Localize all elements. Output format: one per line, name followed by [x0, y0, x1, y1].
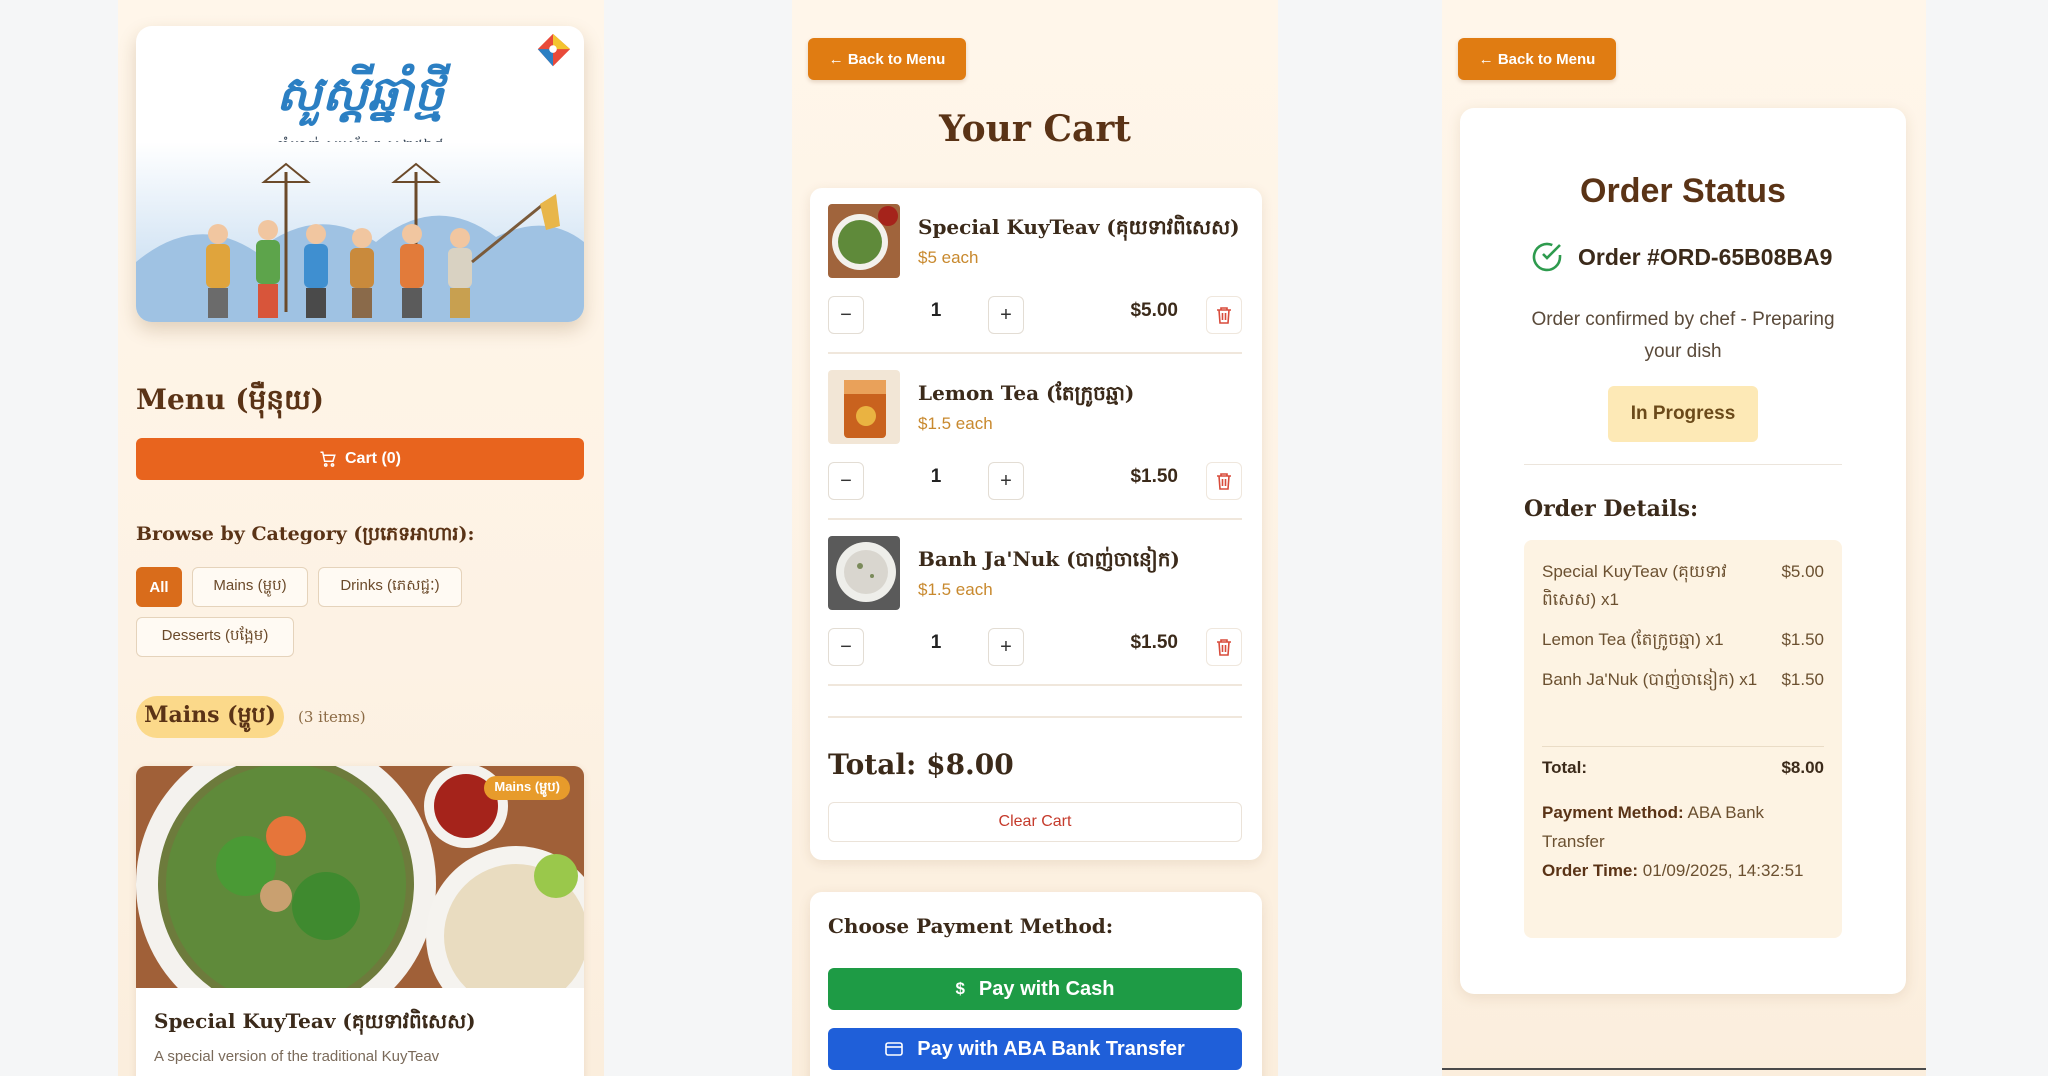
banh-januk-thumbnail	[828, 536, 900, 610]
banner-title: សួស្តីឆ្នាំថ្មី	[276, 66, 444, 122]
credit-card-icon	[885, 1042, 904, 1056]
menu-panel: សួស្តីឆ្នាំថ្មី ឆ្នាំម្សាញ់ សប្តស័ក ព.ស …	[118, 0, 604, 1076]
order-line-name: Special KuyTeav (គុយទាវពិសេស) x1	[1542, 562, 1727, 609]
order-time-row: Order Time: 01/09/2025, 14:32:51	[1542, 856, 1824, 885]
remove-item-button[interactable]	[1206, 628, 1242, 666]
order-line-price: $1.50	[1781, 630, 1824, 649]
cart-item: Banh Ja'Nuk (បាញ់ចានៀក) $1.5 each − 1 + …	[828, 520, 1242, 686]
order-line-item: Lemon Tea (តែក្រូចឆ្មា) x1 $1.50	[1542, 626, 1824, 654]
details-divider	[1542, 746, 1824, 747]
order-total-row: Total: $8.00	[1542, 758, 1824, 778]
cart-icon	[320, 451, 336, 467]
new-year-banner: សួស្តីឆ្នាំថ្មី ឆ្នាំម្សាញ់ សប្តស័ក ព.ស …	[136, 26, 584, 322]
order-line-name: Banh Ja'Nuk (បាញ់ចានៀក) x1	[1542, 670, 1758, 689]
order-total-value: $8.00	[1781, 758, 1824, 777]
in-progress-badge: In Progress	[1608, 386, 1758, 442]
order-details-box: Special KuyTeav (គុយទាវពិសេស) x1 $5.00 L…	[1524, 540, 1842, 938]
trash-icon	[1217, 639, 1231, 656]
cart-button[interactable]: Cart (0)	[136, 438, 584, 480]
panel-bottom-border	[1442, 1068, 1926, 1070]
back-to-menu-button[interactable]: ← Back to Menu	[1458, 38, 1616, 80]
increase-quantity-button[interactable]: +	[988, 296, 1024, 334]
menu-heading: Menu (ម៉ឺនុយ)	[136, 383, 324, 416]
dollar-icon: $	[955, 979, 965, 998]
order-status-card: Order Status Order #ORD-65B08BA9 Order c…	[1460, 108, 1906, 994]
category-chip-mains[interactable]: Mains (ម្ហូប)	[192, 567, 308, 607]
clear-cart-button[interactable]: Clear Cart	[828, 802, 1242, 842]
payment-method-label: Choose Payment Method:	[828, 914, 1114, 938]
order-id-line: Order #ORD-65B08BA9	[1530, 240, 1832, 274]
pay-with-cash-button[interactable]: $ Pay with Cash	[828, 968, 1242, 1010]
order-status-panel: ← Back to Menu Order Status Order #ORD-6…	[1442, 0, 1926, 1076]
cart-item-quantity: 1	[930, 300, 942, 321]
cart-item-unit-price: $5 each	[918, 248, 979, 267]
increase-quantity-button[interactable]: +	[988, 462, 1024, 500]
trash-icon	[1217, 473, 1231, 490]
pay-aba-label: Pay with ABA Bank Transfer	[917, 1037, 1185, 1060]
order-status-message: Order confirmed by chef - Preparing your…	[1531, 309, 1835, 362]
pay-with-aba-button[interactable]: Pay with ABA Bank Transfer	[828, 1028, 1242, 1070]
cart-item-quantity: 1	[930, 466, 942, 487]
order-line-item: Banh Ja'Nuk (បាញ់ចានៀក) x1 $1.50	[1542, 666, 1824, 694]
decrease-quantity-button[interactable]: −	[828, 462, 864, 500]
category-chip-desserts[interactable]: Desserts (បង្អែម)	[136, 617, 294, 657]
cart-item-total: $1.50	[1130, 466, 1178, 487]
decrease-quantity-button[interactable]: −	[828, 628, 864, 666]
section-item-count: (3 items)	[298, 708, 366, 726]
cart-item-quantity: 1	[930, 632, 942, 653]
browse-category-label: Browse by Category (ប្រភេទអាហារ):	[136, 523, 475, 545]
order-line-item: Special KuyTeav (គុយទាវពិសេស) x1 $5.00	[1542, 558, 1824, 614]
payment-method-label: Payment Method:	[1542, 803, 1684, 822]
cart-item: Special KuyTeav (គុយទាវពិសេស) $5 each − …	[828, 188, 1242, 354]
cart-items-card: Special KuyTeav (គុយទាវពិសេស) $5 each − …	[810, 188, 1262, 860]
category-chip-all[interactable]: All	[136, 567, 182, 607]
payment-card: Choose Payment Method: $ Pay with Cash P…	[810, 892, 1262, 1076]
kuyteav-thumbnail	[828, 204, 900, 278]
increase-quantity-button[interactable]: +	[988, 628, 1024, 666]
check-circle-icon	[1532, 242, 1562, 272]
back-to-menu-button[interactable]: ← Back to Menu	[808, 38, 966, 80]
cart-item-name: Special KuyTeav (គុយទាវពិសេស)	[918, 215, 1240, 239]
order-line-name: Lemon Tea (តែក្រូចឆ្មា) x1	[1542, 630, 1724, 649]
cart-button-label: Cart (0)	[344, 450, 401, 467]
cart-item-unit-price: $1.5 each	[918, 414, 993, 433]
payment-method-row: Payment Method: ABA Bank Transfer	[1542, 798, 1824, 856]
decrease-quantity-button[interactable]: −	[828, 296, 864, 334]
cart-item-name: Banh Ja'Nuk (បាញ់ចានៀក)	[918, 547, 1180, 571]
pay-cash-label: Pay with Cash	[978, 977, 1115, 1000]
category-chip-drinks[interactable]: Drinks (ភេសជ្ជៈ)	[318, 567, 462, 607]
cart-item: Lemon Tea (តែក្រូចឆ្មា) $1.5 each − 1 + …	[828, 354, 1242, 520]
order-status-title: Order Status	[1580, 172, 1786, 210]
remove-item-button[interactable]	[1206, 296, 1242, 334]
section-title-mains: Mains (ម្ហូប)	[136, 696, 284, 738]
cart-item-total: $5.00	[1130, 300, 1178, 321]
cart-title: Your Cart	[939, 108, 1131, 150]
status-divider	[1524, 464, 1842, 465]
cart-item-unit-price: $1.5 each	[918, 580, 993, 599]
item-category-badge: Mains (ម្ហូប)	[484, 776, 570, 800]
menu-item-card[interactable]: Mains (ម្ហូប) Special KuyTeav (គុយទាវពិស…	[136, 766, 584, 1076]
order-details-label: Order Details:	[1524, 496, 1699, 522]
order-total-label: Total:	[1542, 758, 1588, 777]
kite-icon	[537, 33, 571, 67]
cart-panel: ← Back to Menu Your Cart Special KuyTeav…	[792, 0, 1278, 1076]
order-line-price: $5.00	[1781, 562, 1824, 581]
order-time-label: Order Time:	[1542, 861, 1639, 880]
festival-illustration	[136, 142, 584, 322]
cart-item-total: $1.50	[1130, 632, 1178, 653]
item-description: A special version of the traditional Kuy…	[154, 1048, 440, 1065]
remove-item-button[interactable]	[1206, 462, 1242, 500]
order-time-value: 01/09/2025, 14:32:51	[1642, 861, 1804, 880]
total-divider	[828, 716, 1242, 718]
cart-item-name: Lemon Tea (តែក្រូចឆ្មា)	[918, 381, 1135, 405]
trash-icon	[1217, 307, 1231, 324]
item-name: Special KuyTeav (គុយទាវពិសេស)	[154, 1009, 476, 1033]
cart-total: Total: $8.00	[828, 748, 1014, 781]
order-line-price: $1.50	[1781, 670, 1824, 689]
order-id: Order #ORD-65B08BA9	[1578, 243, 1833, 270]
lemon-tea-thumbnail	[828, 370, 900, 444]
